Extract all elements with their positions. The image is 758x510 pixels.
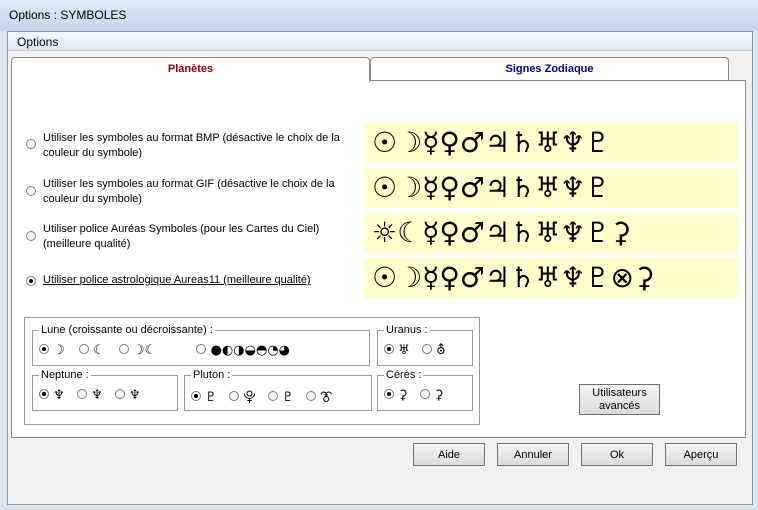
group-uranus-title: Uranus : bbox=[384, 324, 430, 336]
apercu-button[interactable]: Aperçu bbox=[665, 443, 737, 466]
symbols-aureas-preview: ☼☾☿♀♂♃♄♅♆♇⚳ bbox=[364, 213, 738, 253]
advanced-users-button[interactable]: Utilisateurs avancés bbox=[579, 384, 660, 415]
symbols-bmp-preview: ☉☽☿♀♂♃♄♅♆♇ bbox=[364, 123, 738, 163]
radio-ceres-2[interactable] bbox=[419, 389, 430, 399]
radio-uranus-2[interactable] bbox=[421, 344, 432, 354]
group-ceres-title: Cérès : bbox=[384, 369, 424, 381]
radio-gif[interactable] bbox=[26, 186, 36, 196]
pluton-choice-3: ♇ bbox=[282, 390, 294, 405]
neptune-choices: ♆ ♆ ♆ bbox=[39, 388, 141, 403]
option-bmp-label: Utiliser les symboles au format BMP (dés… bbox=[43, 132, 340, 159]
group-neptune-title: Neptune : bbox=[39, 369, 91, 381]
tab-signes-zodiaque[interactable]: Signes Zodiaque bbox=[370, 57, 729, 80]
option-gif-label: Utiliser les symboles au format GIF (dés… bbox=[43, 178, 335, 205]
lune-choice-1: ☽ bbox=[53, 343, 65, 358]
group-lune-title: Lune (croissante ou décroissante) : bbox=[39, 324, 215, 336]
radio-aureas11[interactable] bbox=[26, 276, 36, 286]
pluton-choices: ♇ ⯓ ♇ ⯔ bbox=[191, 388, 332, 410]
dialog-client: Options Planètes Signes Zodiaque Utilise… bbox=[7, 31, 753, 505]
uranus-choice-2: ⛢ bbox=[436, 343, 446, 358]
neptune-choice-1: ♆ bbox=[53, 388, 65, 403]
group-lune: Lune (croissante ou décroissante) : ☽ ☾ … bbox=[32, 324, 370, 366]
ok-button[interactable]: Ok bbox=[581, 443, 653, 466]
group-uranus: Uranus : ♅ ⛢ bbox=[377, 324, 473, 366]
group-pluton-title: Pluton : bbox=[191, 369, 233, 381]
title-bar: Options : SYMBOLES bbox=[0, 0, 758, 31]
tab-planetes[interactable]: Planètes bbox=[11, 57, 370, 82]
pluton-choice-4: ⯔ bbox=[320, 390, 333, 405]
ceres-choice-2: ⚳ bbox=[433, 388, 444, 403]
group-pluton: Pluton : ♇ ⯓ ♇ ⯔ bbox=[184, 369, 372, 411]
radio-lune-4[interactable] bbox=[196, 344, 207, 354]
symbols-gif-preview: ☉☽☿♀♂♃♄♅♆♇ bbox=[364, 168, 738, 208]
uranus-choice-1: ♅ bbox=[398, 343, 410, 358]
radio-neptune-3[interactable] bbox=[114, 389, 125, 399]
uranus-choices: ♅ ⛢ bbox=[384, 343, 446, 358]
symbols-aureas11-preview: ☉☽☿♀♂♃♄♅♆♇⊗⚳ bbox=[364, 258, 738, 298]
radio-uranus-1[interactable] bbox=[384, 344, 394, 354]
menu-options[interactable]: Options bbox=[17, 35, 58, 49]
radio-bmp[interactable] bbox=[26, 139, 36, 149]
radio-neptune-1[interactable] bbox=[39, 389, 49, 399]
radio-lune-1[interactable] bbox=[39, 344, 49, 354]
ceres-choice-1: ⚳ bbox=[398, 388, 408, 403]
neptune-choice-2: ♆ bbox=[91, 388, 103, 403]
pluton-choice-2: ⯓ bbox=[243, 390, 256, 405]
neptune-choice-3: ♆ bbox=[129, 388, 141, 403]
radio-lune-3[interactable] bbox=[118, 344, 129, 354]
tab-panel-planetes: Utiliser les symboles au format BMP (dés… bbox=[11, 80, 746, 438]
ceres-choices: ⚳ ⚳ bbox=[384, 388, 443, 403]
annuler-button[interactable]: Annuler bbox=[497, 443, 569, 466]
option-aureas-symboles-label: Utiliser police Auréas Symboles (pour le… bbox=[43, 223, 320, 250]
radio-ceres-1[interactable] bbox=[384, 389, 394, 399]
pluton-choice-1: ♇ bbox=[205, 390, 217, 405]
window-title: Options : SYMBOLES bbox=[9, 8, 127, 22]
radio-neptune-2[interactable] bbox=[76, 389, 87, 399]
option-aureas11-label: Utiliser police astrologique Aureas11 (m… bbox=[43, 274, 311, 286]
radio-pluton-1[interactable] bbox=[191, 391, 201, 401]
radio-lune-2[interactable] bbox=[78, 344, 89, 354]
radio-pluton-2[interactable] bbox=[228, 391, 239, 401]
radio-pluton-3[interactable] bbox=[267, 391, 278, 401]
radio-aureas-symboles[interactable] bbox=[26, 231, 36, 241]
lune-choices: ☽ ☾ ☽☾ ●◐◑◒◓◔◕ bbox=[39, 343, 290, 358]
aide-button[interactable]: Aide bbox=[413, 443, 485, 466]
lune-choice-4: ●◐◑◒◓◔◕ bbox=[210, 343, 291, 358]
radio-pluton-4[interactable] bbox=[305, 391, 316, 401]
lune-choice-3: ☽☾ bbox=[133, 343, 157, 358]
group-neptune: Neptune : ♆ ♆ ♆ bbox=[32, 369, 178, 411]
lune-choice-2: ☾ bbox=[93, 343, 105, 358]
menu-bar: Options bbox=[8, 32, 752, 51]
group-ceres: Cérès : ⚳ ⚳ bbox=[377, 369, 473, 411]
